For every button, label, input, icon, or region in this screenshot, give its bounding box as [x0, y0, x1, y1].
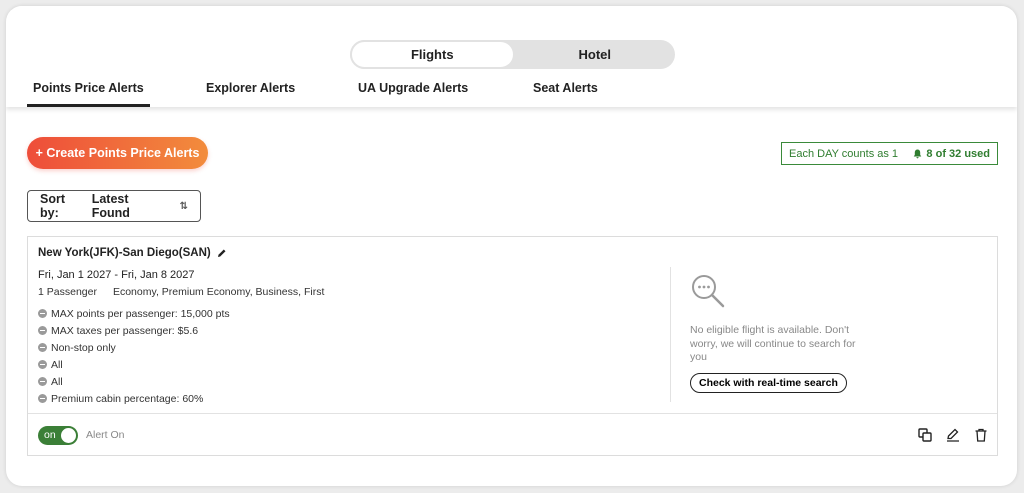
cabin-classes: Economy, Premium Economy, Business, Firs…: [112, 286, 325, 298]
route-text: New York(JFK)-San Diego(SAN): [38, 247, 211, 259]
list-item: MAX points per passenger: 15,000 pts: [38, 305, 230, 322]
divider: [28, 413, 997, 414]
copy-icon[interactable]: [918, 428, 932, 442]
condition-text: All: [51, 358, 63, 371]
quota-used: 8 of 32 used: [913, 148, 990, 160]
toggle-label: on: [44, 429, 56, 441]
create-points-price-alert-button[interactable]: + Create Points Price Alerts: [27, 137, 208, 169]
sort-arrows-icon: ⇅: [179, 200, 188, 212]
passenger-count: 1 Passenger: [38, 286, 97, 298]
tab-seat-alerts[interactable]: Seat Alerts: [533, 81, 598, 107]
quota-badge: Each DAY counts as 1 8 of 32 used: [781, 142, 998, 165]
toggle-knob: [61, 427, 76, 443]
quota-used-text: 8 of 32 used: [926, 147, 990, 160]
tab-ua-upgrade-alerts[interactable]: UA Upgrade Alerts: [358, 81, 468, 107]
alliance-icon: [38, 377, 47, 386]
tab-explorer-alerts[interactable]: Explorer Alerts: [206, 81, 295, 107]
divider: [670, 267, 671, 402]
nonstop-icon: [38, 343, 47, 352]
premium-cabin-icon: [38, 394, 47, 403]
segment-hotel[interactable]: Hotel: [515, 40, 676, 69]
passenger-info: 1 Passenger Economy, Premium Economy, Bu…: [38, 286, 324, 298]
alert-footer: on Alert On: [38, 424, 988, 446]
sort-label: Sort by:: [40, 192, 65, 220]
search-magnifier-icon: [692, 275, 725, 308]
alert-toggle[interactable]: on: [38, 425, 78, 445]
alert-actions: [918, 428, 988, 442]
header: Flights Hotel Points Price Alerts Explor…: [6, 6, 1017, 107]
realtime-search-button[interactable]: Check with real-time search: [690, 372, 847, 393]
route: New York(JFK)-San Diego(SAN): [38, 247, 227, 259]
trash-icon[interactable]: [974, 428, 988, 442]
edit-route-icon[interactable]: [217, 248, 227, 258]
points-icon: [38, 309, 47, 318]
main-card: Flights Hotel Points Price Alerts Explor…: [6, 6, 1017, 486]
airline-icon: [38, 360, 47, 369]
tab-points-price-alerts[interactable]: Points Price Alerts: [27, 81, 150, 107]
condition-text: Non-stop only: [51, 341, 116, 354]
taxes-icon: [38, 326, 47, 335]
condition-text: Premium cabin percentage: 60%: [51, 392, 204, 405]
conditions-list: MAX points per passenger: 15,000 pts MAX…: [38, 305, 230, 407]
alert-card: New York(JFK)-San Diego(SAN) Fri, Jan 1 …: [27, 236, 998, 456]
alert-status: Alert On: [86, 429, 125, 441]
list-item: All: [38, 373, 230, 390]
list-item: All: [38, 356, 230, 373]
sort-dropdown[interactable]: Sort by: Latest Found ⇅: [27, 190, 201, 222]
flights-hotel-switch: Flights Hotel: [350, 40, 675, 69]
empty-message: No eligible flight is available. Don't w…: [690, 324, 856, 363]
travel-dates: Fri, Jan 1 2027 - Fri, Jan 8 2027: [38, 269, 195, 281]
list-item: Premium cabin percentage: 60%: [38, 390, 230, 407]
empty-state: No eligible flight is available. Don't w…: [690, 273, 890, 393]
condition-text: MAX taxes per passenger: $5.6: [51, 324, 199, 337]
condition-text: All: [51, 375, 63, 388]
sort-value: Latest Found: [91, 192, 130, 220]
list-item: Non-stop only: [38, 339, 230, 356]
list-item: MAX taxes per passenger: $5.6: [38, 322, 230, 339]
segment-flights[interactable]: Flights: [350, 40, 515, 69]
bell-icon: [914, 149, 922, 158]
condition-text: MAX points per passenger: 15,000 pts: [51, 307, 230, 320]
edit-icon[interactable]: [946, 428, 960, 442]
quota-note: Each DAY counts as 1: [789, 147, 899, 160]
